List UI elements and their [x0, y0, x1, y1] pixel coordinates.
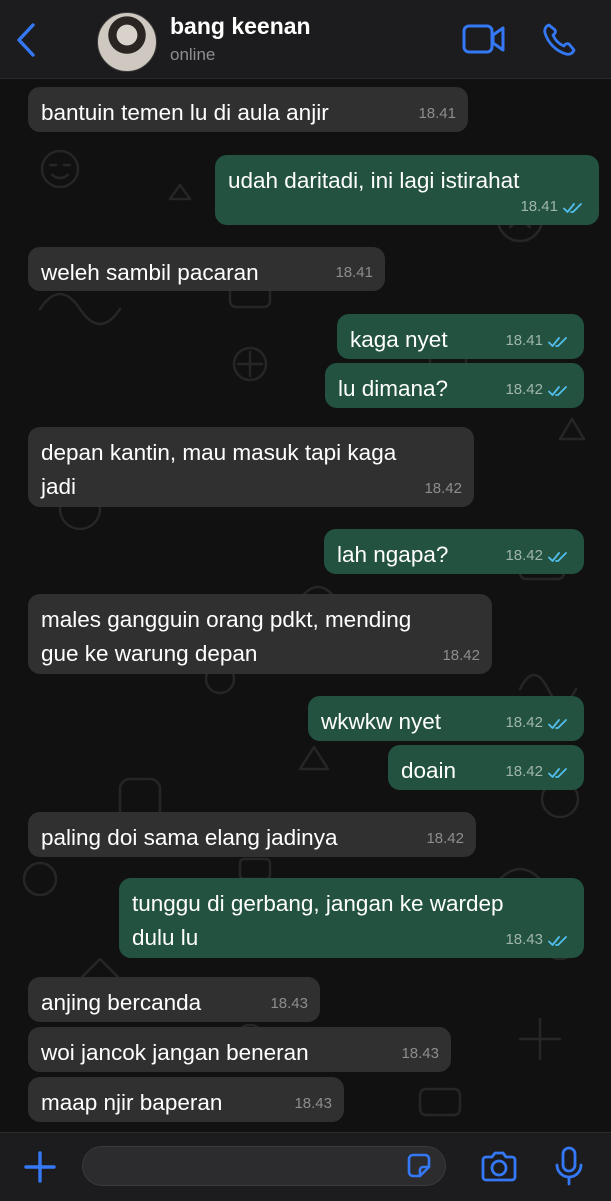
message-time: 18.41 — [520, 198, 558, 215]
outgoing-message[interactable]: tunggu di gerbang, jangan ke wardep dulu … — [119, 878, 584, 958]
voice-message-button[interactable] — [552, 1145, 586, 1187]
message-line: paling doi sama elang jadinya — [41, 825, 338, 850]
contact-name[interactable]: bang keenan — [170, 13, 311, 40]
message-line: wkwkw nyet — [321, 709, 442, 734]
outgoing-message[interactable]: kaga nyet 18.41 — [337, 314, 584, 359]
video-call-button[interactable] — [462, 22, 506, 56]
message-time: 18.42 — [505, 714, 543, 731]
message-time: 18.41 — [505, 332, 543, 349]
incoming-message[interactable]: anjing bercanda 18.43 — [28, 977, 320, 1022]
message-text: woi jancok jangan beneran — [41, 1036, 309, 1070]
message-line: gue ke warung depan — [41, 641, 258, 666]
message-time: 18.42 — [424, 480, 462, 497]
read-receipt-icon — [548, 936, 567, 946]
message-time: 18.41 — [418, 105, 456, 122]
message-text: doain — [401, 754, 456, 788]
message-text: maap njir baperan — [41, 1086, 222, 1120]
message-text: anjing bercanda — [41, 986, 201, 1020]
voice-call-button[interactable] — [540, 22, 580, 58]
contact-status: online — [170, 45, 216, 64]
message-line: depan kantin, mau masuk tapi kaga — [41, 440, 397, 465]
message-text: udah daritadi, ini lagi istirahat — [228, 164, 519, 198]
outgoing-message[interactable]: lah ngapa? 18.42 — [324, 529, 584, 574]
message-text: kaga nyet — [350, 323, 448, 357]
message-line: doain — [401, 758, 457, 783]
camera-icon — [481, 1151, 517, 1182]
message-line: dulu lu — [132, 925, 199, 950]
message-time: 18.42 — [442, 647, 480, 664]
message-time: 18.42 — [505, 763, 543, 780]
read-receipt-icon — [548, 337, 567, 347]
message-text: lu dimana? — [338, 372, 448, 406]
composer-bar — [0, 1132, 611, 1201]
message-line: jadi — [41, 474, 77, 499]
message-time: 18.42 — [505, 547, 543, 564]
message-time: 18.43 — [270, 995, 308, 1012]
message-line: kaga nyet — [350, 327, 448, 352]
read-receipt-icon — [548, 386, 567, 396]
message-line: lu dimana? — [338, 376, 449, 401]
outgoing-message[interactable]: wkwkw nyet 18.42 — [308, 696, 584, 741]
sticker-button[interactable] — [404, 1151, 434, 1181]
read-receipt-icon — [548, 719, 567, 729]
message-text: males gangguin orang pdkt, mending gue ke… — [41, 603, 411, 671]
message-line: maap njir baperan — [41, 1090, 223, 1115]
sticker-icon — [407, 1153, 431, 1178]
contact-avatar[interactable] — [97, 12, 157, 72]
message-text: depan kantin, mau masuk tapi kaga jadi — [41, 436, 396, 504]
microphone-icon — [555, 1146, 583, 1186]
message-input[interactable] — [82, 1146, 446, 1186]
chevron-left-icon — [17, 23, 35, 57]
plus-icon — [24, 1151, 56, 1183]
attach-button[interactable] — [20, 1147, 60, 1187]
message-text: paling doi sama elang jadinya — [41, 821, 337, 855]
message-text: lah ngapa? — [337, 538, 448, 572]
message-line: udah daritadi, ini lagi istirahat — [228, 168, 520, 193]
message-line: anjing bercanda — [41, 990, 202, 1015]
message-line: males gangguin orang pdkt, mending — [41, 607, 412, 632]
chat-area[interactable]: bantuin temen lu di aula anjir 18.41 udah … — [0, 79, 611, 1132]
message-line: tunggu di gerbang, jangan ke wardep — [132, 891, 504, 916]
video-camera-icon — [462, 24, 505, 54]
message-text: wkwkw nyet — [321, 705, 441, 739]
message-time: 18.43 — [401, 1045, 439, 1062]
chat-header: bang keenan online — [0, 0, 611, 79]
read-receipt-icon — [548, 768, 567, 778]
message-time: 18.43 — [505, 931, 543, 948]
back-button[interactable] — [10, 20, 42, 60]
message-line: lah ngapa? — [337, 542, 449, 567]
incoming-message[interactable]: males gangguin orang pdkt, mending gue ke… — [28, 594, 492, 674]
message-time: 18.43 — [294, 1095, 332, 1112]
message-text: tunggu di gerbang, jangan ke wardep dulu … — [132, 887, 504, 955]
outgoing-message[interactable]: lu dimana? 18.42 — [325, 363, 584, 408]
incoming-message[interactable]: bantuin temen lu di aula anjir 18.41 — [28, 87, 468, 132]
phone-icon — [543, 23, 576, 56]
message-time: 18.42 — [426, 830, 464, 847]
message-line: woi jancok jangan beneran — [41, 1040, 309, 1065]
message-line: bantuin temen lu di aula anjir — [41, 100, 329, 125]
incoming-message[interactable]: paling doi sama elang jadinya 18.42 — [28, 812, 476, 857]
read-receipt-icon — [563, 203, 582, 213]
message-time: 18.41 — [335, 264, 373, 281]
incoming-message[interactable]: woi jancok jangan beneran 18.43 — [28, 1027, 451, 1072]
outgoing-message[interactable]: udah daritadi, ini lagi istirahat 18.41 — [215, 155, 599, 225]
outgoing-message[interactable]: doain 18.42 — [388, 745, 584, 790]
message-line: weleh sambil pacaran — [41, 260, 259, 285]
message-text: weleh sambil pacaran — [41, 256, 259, 290]
read-receipt-icon — [548, 552, 567, 562]
message-text: bantuin temen lu di aula anjir — [41, 96, 329, 130]
incoming-message[interactable]: weleh sambil pacaran 18.41 — [28, 247, 385, 291]
message-time: 18.42 — [505, 381, 543, 398]
camera-button[interactable] — [479, 1149, 519, 1185]
incoming-message[interactable]: depan kantin, mau masuk tapi kaga jadi 18.… — [28, 427, 474, 507]
incoming-message[interactable]: maap njir baperan 18.43 — [28, 1077, 344, 1122]
